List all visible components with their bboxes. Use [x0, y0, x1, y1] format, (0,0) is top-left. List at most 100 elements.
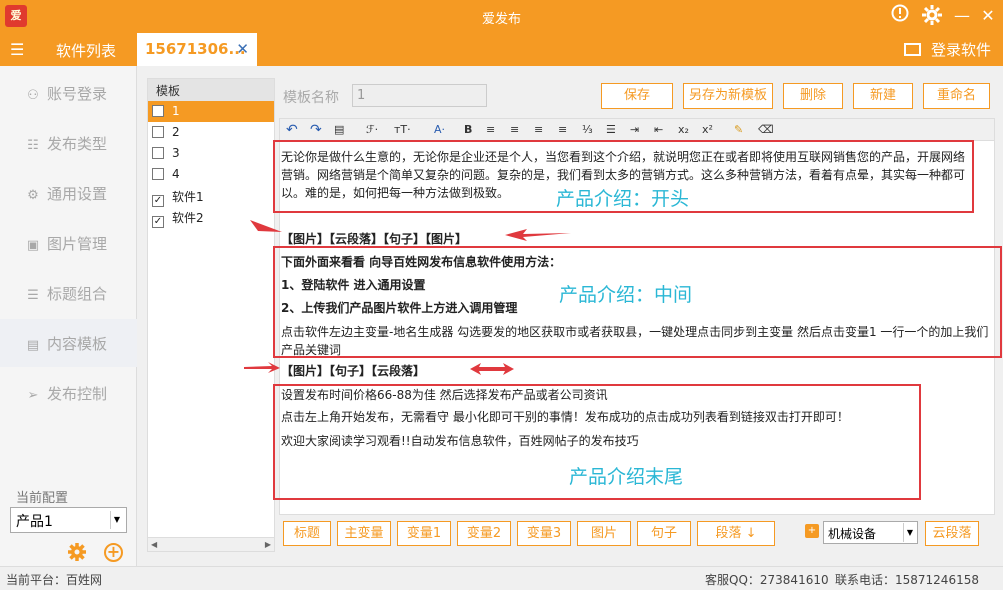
settings-gear-icon[interactable]	[920, 4, 944, 28]
sidebar-item-label: 发布控制	[47, 385, 108, 403]
config-gear-icon[interactable]	[67, 542, 87, 562]
template-checkbox[interactable]	[152, 168, 164, 180]
insert-image-button[interactable]: 图片	[577, 521, 631, 546]
user-icon: ⚇	[27, 88, 39, 103]
undo-icon[interactable]: ↶	[286, 122, 298, 138]
insert-var1-button[interactable]: 变量1	[397, 521, 451, 546]
status-bar: 当前平台：百姓网 客服QQ：273841610 联系电话：15871246158	[0, 566, 1003, 590]
sidebar-item-title-combo[interactable]: ☰ 标题组合	[25, 283, 130, 307]
template-list-header: 模板	[148, 79, 274, 101]
align-center-icon[interactable]: ≡	[510, 122, 519, 138]
rename-button[interactable]: 重命名	[923, 83, 990, 109]
scroll-right-icon[interactable]: ▶	[265, 540, 271, 549]
bold-icon[interactable]: B	[464, 122, 472, 138]
monitor-icon	[903, 43, 921, 56]
template-row[interactable]: 1	[148, 101, 274, 122]
template-label: 软件1	[172, 190, 204, 204]
new-button[interactable]: 新建	[853, 83, 913, 109]
tab-active-account[interactable]: 15671306... ✕	[137, 33, 257, 66]
insert-title-button[interactable]: 标题	[283, 521, 331, 546]
sidebar-item-label: 标题组合	[47, 285, 108, 303]
arrow-right-icon	[250, 220, 282, 232]
list-icon: ☷	[27, 138, 39, 153]
insert-paragraph-button[interactable]: 段落 ↓	[697, 521, 775, 546]
close-icon[interactable]: ✕	[236, 40, 249, 58]
template-label: 1	[172, 104, 180, 118]
delete-button[interactable]: 删除	[783, 83, 843, 109]
sidebar-item-image-manage[interactable]: ▣ 图片管理	[25, 233, 130, 257]
insert-main-var-button[interactable]: 主变量	[337, 521, 391, 546]
scroll-left-icon[interactable]: ◀	[151, 540, 157, 549]
template-row[interactable]: ✓ 软件1	[148, 185, 274, 207]
template-row[interactable]: 4	[148, 164, 274, 185]
menu-icon[interactable]: ☰	[10, 40, 24, 59]
tab-software-list[interactable]: 软件列表	[56, 40, 116, 61]
tab-bar: ☰ 软件列表 15671306... ✕ 登录软件	[0, 32, 1003, 66]
superscript-icon[interactable]: x²	[702, 122, 713, 138]
sidebar-item-publish-type[interactable]: ☷ 发布类型	[25, 133, 130, 157]
template-checkbox[interactable]	[152, 147, 164, 159]
sidebar-item-label: 内容模板	[47, 335, 108, 353]
insert-var3-button[interactable]: 变量3	[517, 521, 571, 546]
template-row[interactable]: 3	[148, 143, 274, 164]
chevron-down-icon: ▼	[110, 511, 123, 529]
insert-sentence-button[interactable]: 句子	[637, 521, 691, 546]
close-button[interactable]: ✕	[976, 4, 1000, 28]
eraser-icon[interactable]: ⌫	[758, 122, 774, 138]
send-icon: ➢	[27, 388, 39, 403]
category-select[interactable]: 机械设备 ▼	[823, 521, 918, 544]
chevron-down-icon: ▼	[903, 523, 916, 542]
current-config-select[interactable]: 产品1 ▼	[10, 507, 127, 533]
template-list: 模板 1 2 3 4 ✓ 软件1 ✓ 软件2 ◀ ▶	[147, 78, 275, 552]
current-config-label: 当前配置	[16, 491, 69, 506]
template-checkbox[interactable]	[152, 105, 164, 117]
subscript-icon[interactable]: x₂	[678, 122, 689, 138]
sidebar-item-account-login[interactable]: ⚇ 账号登录	[25, 83, 130, 107]
editor-toolbar: ↶ ↷ ▤ ℱ· тT· A· B ≡ ≡ ≡ ≡ ⅓ ☰ ⇥ ⇤ x₂ x² …	[280, 119, 994, 141]
sidebar-item-label: 通用设置	[47, 185, 108, 203]
font-family-icon[interactable]: ℱ·	[366, 122, 378, 138]
template-checkbox[interactable]: ✓	[152, 216, 164, 228]
cloud-paragraph-button[interactable]: 云段落	[925, 521, 979, 546]
tags-line-2: 【图片】【句子】【云段落】	[281, 364, 426, 378]
align-right-icon[interactable]: ≡	[534, 122, 543, 138]
template-name-input[interactable]: 1	[352, 84, 487, 107]
format-brush-icon[interactable]: ✎	[734, 122, 743, 138]
sidebar-item-content-template[interactable]: ▤ 内容模板	[25, 333, 130, 357]
align-left-icon[interactable]: ≡	[486, 122, 495, 138]
template-label: 软件2	[172, 211, 204, 225]
template-row[interactable]: 2	[148, 122, 274, 143]
annotation-label-start: 产品介绍：开头	[556, 188, 690, 210]
save-button[interactable]: 保存	[601, 83, 673, 109]
current-config-value: 产品1	[16, 514, 53, 530]
template-checkbox[interactable]	[152, 126, 164, 138]
font-color-icon[interactable]: A·	[434, 122, 445, 138]
outdent-icon[interactable]: ⇤	[654, 122, 663, 138]
redo-icon[interactable]: ↷	[310, 122, 322, 138]
sidebar-item-general-settings[interactable]: ⚙ 通用设置	[25, 183, 130, 207]
paste-icon[interactable]: ▤	[334, 122, 344, 138]
minimize-button[interactable]: —	[950, 4, 974, 28]
login-button[interactable]: 登录软件	[903, 39, 991, 60]
category-plus-icon[interactable]: +	[805, 524, 819, 538]
template-name-label: 模板名称	[283, 90, 339, 106]
double-arrow-icon	[470, 363, 514, 375]
font-size-icon[interactable]: тT·	[394, 122, 411, 138]
content-icon: ▤	[26, 338, 40, 353]
save-as-template-button[interactable]: 另存为新模板	[683, 83, 773, 109]
justify-icon[interactable]: ≡	[558, 122, 567, 138]
sidebar-item-publish-control[interactable]: ➢ 发布控制	[25, 383, 130, 407]
settings-icon: ⚙	[27, 188, 39, 203]
image-icon: ▣	[26, 238, 40, 253]
tab-label: 15671306...	[145, 40, 246, 58]
add-config-icon[interactable]: +	[104, 543, 123, 562]
unordered-list-icon[interactable]: ☰	[606, 122, 616, 138]
template-label: 2	[172, 125, 180, 139]
sidebar-item-label: 图片管理	[47, 235, 108, 253]
info-icon[interactable]	[888, 4, 912, 28]
annotation-label-end: 产品介绍末尾	[569, 466, 684, 488]
insert-var2-button[interactable]: 变量2	[457, 521, 511, 546]
ordered-list-icon[interactable]: ⅓	[582, 122, 593, 138]
indent-icon[interactable]: ⇥	[630, 122, 639, 138]
horizontal-scrollbar[interactable]: ◀ ▶	[148, 537, 274, 551]
